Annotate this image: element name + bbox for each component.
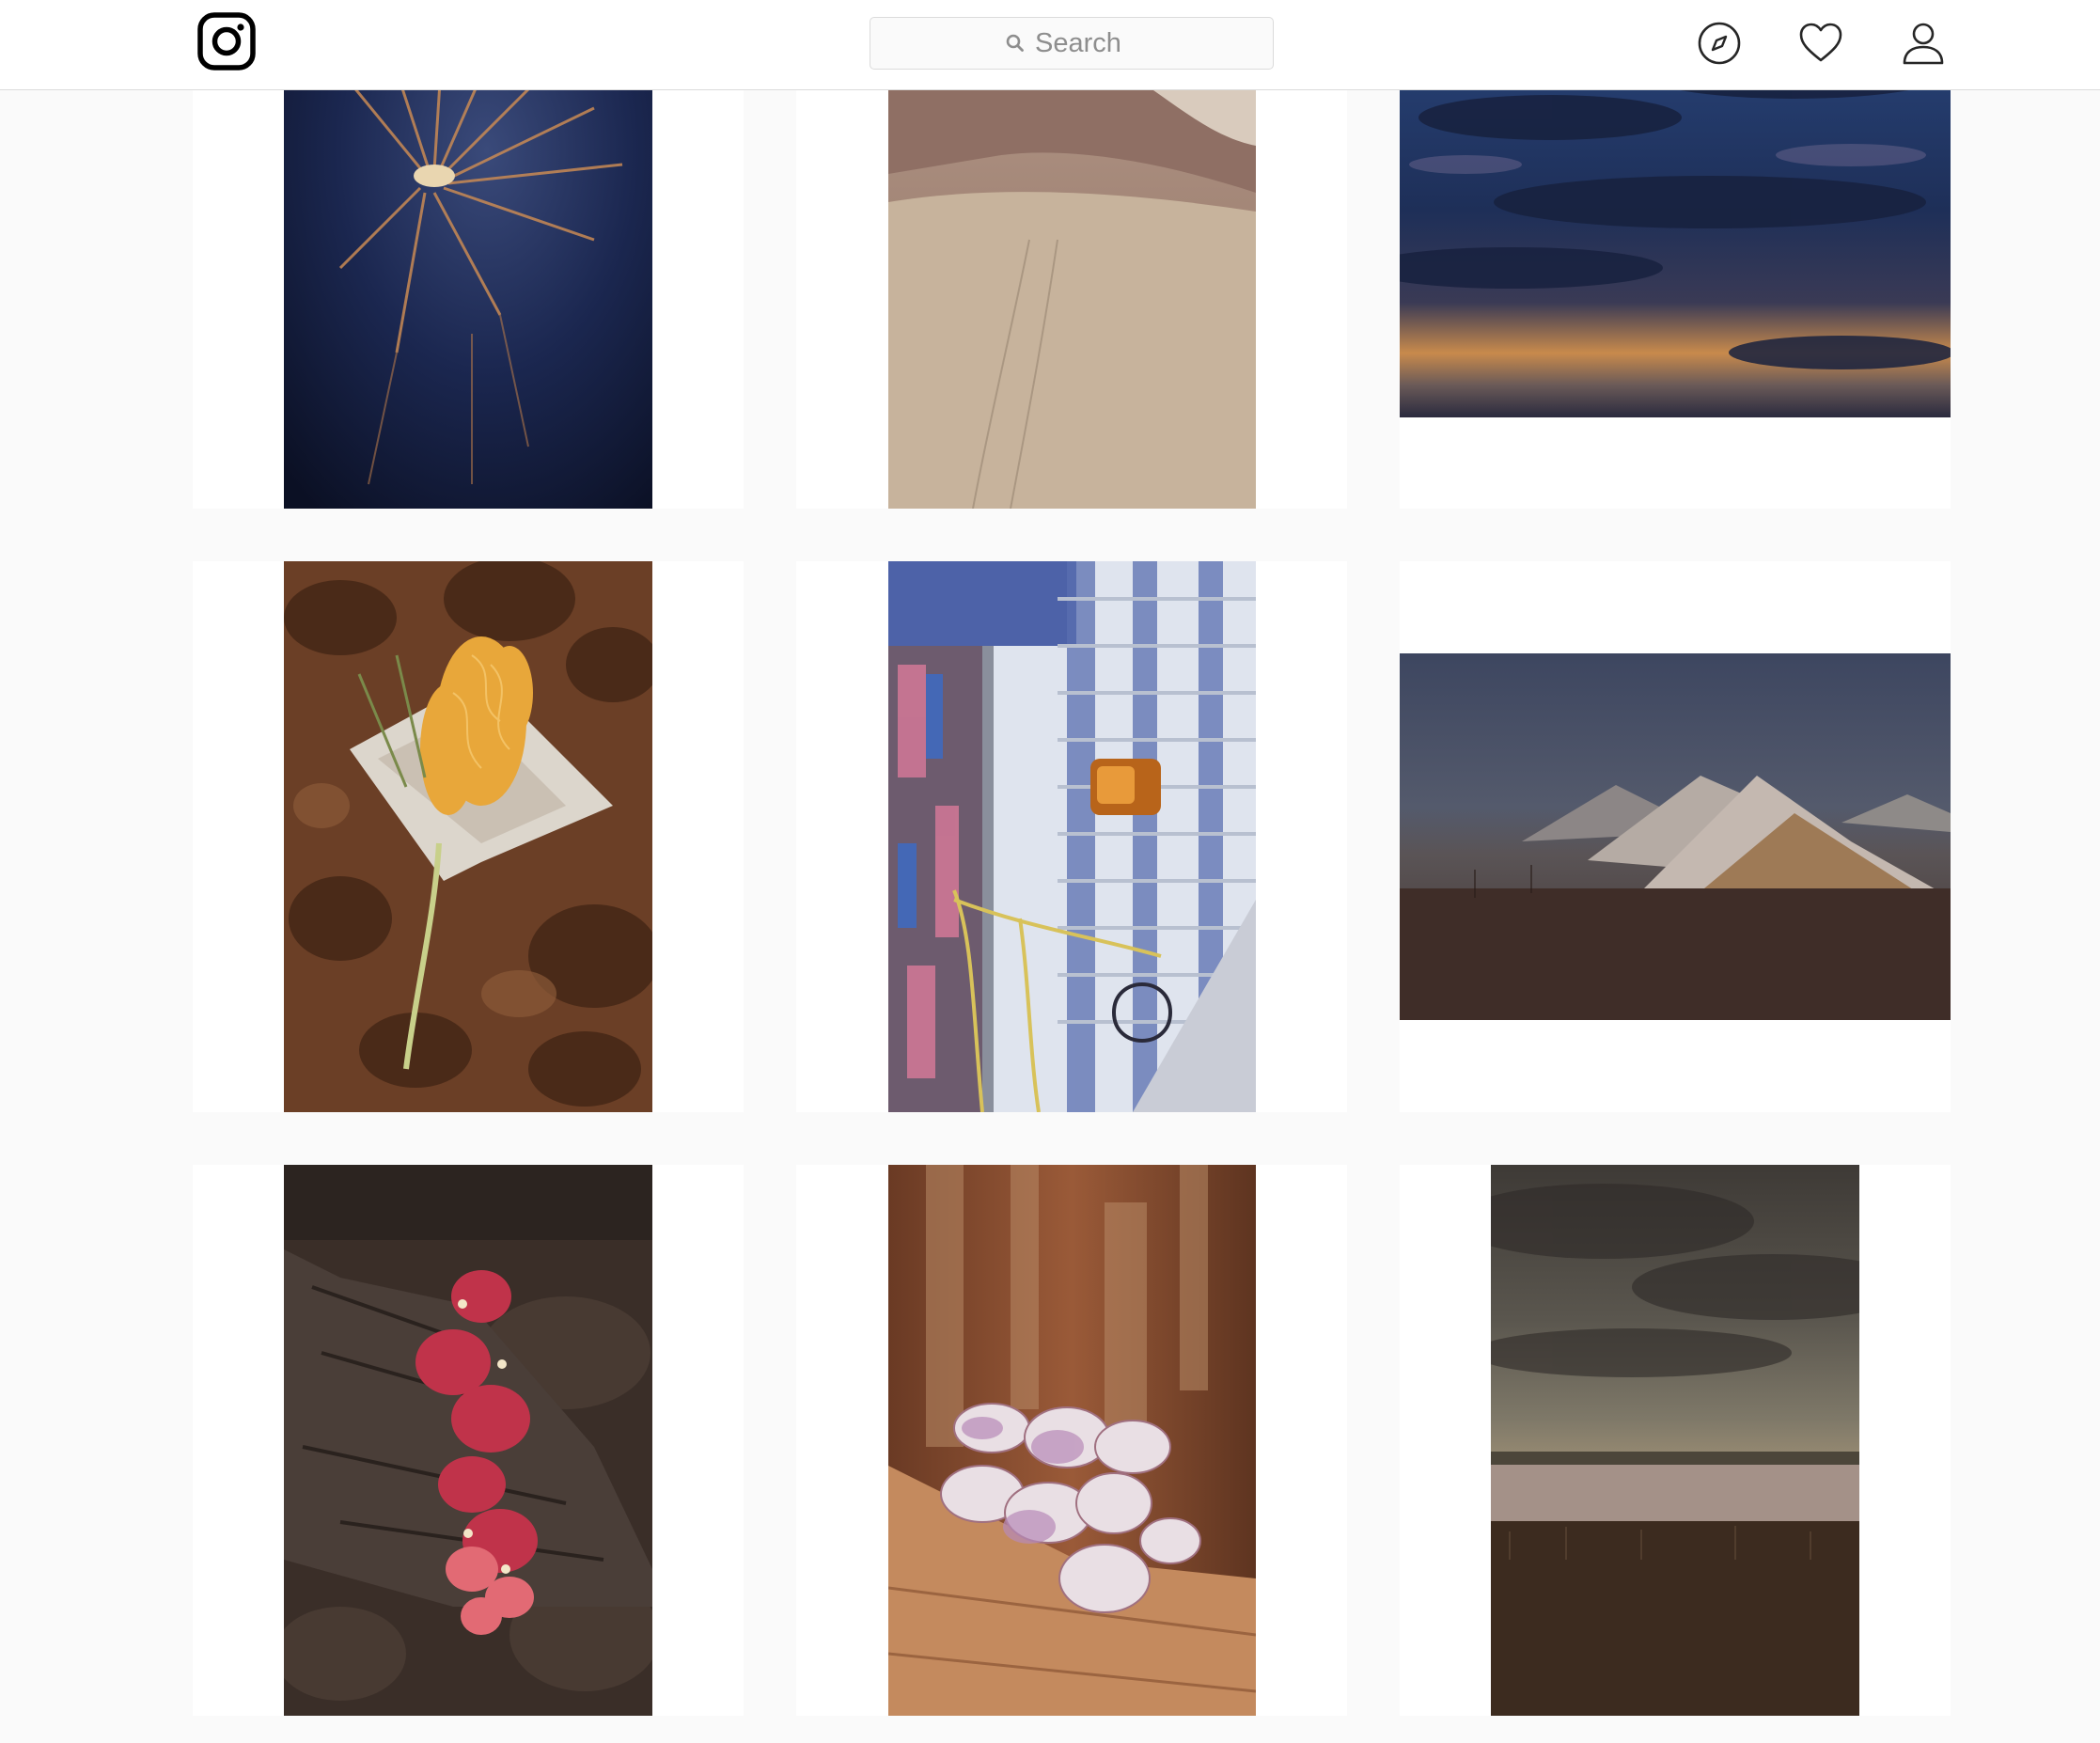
post-image (1400, 653, 1951, 1020)
post-tile[interactable] (796, 1165, 1347, 1716)
search-box[interactable] (870, 17, 1274, 70)
compass-icon[interactable] (1695, 19, 1744, 68)
photo-grid (193, 0, 1951, 1743)
search-icon (1005, 33, 1026, 54)
post-image (1491, 1165, 1859, 1716)
post-image (284, 561, 652, 1112)
instagram-glyph-icon[interactable] (197, 12, 256, 71)
user-icon[interactable] (1899, 19, 1948, 68)
post-tile[interactable] (193, 561, 744, 1112)
search-input[interactable] (1035, 27, 1138, 59)
post-tile[interactable] (1400, 561, 1951, 1112)
post-tile[interactable] (796, 561, 1347, 1112)
post-image (888, 561, 1256, 1112)
post-tile[interactable] (193, 1165, 744, 1716)
top-navigation-bar (0, 0, 2100, 90)
post-tile[interactable] (1400, 1165, 1951, 1716)
post-image (284, 1165, 652, 1716)
post-image (888, 1165, 1256, 1716)
heart-icon[interactable] (1796, 19, 1845, 68)
